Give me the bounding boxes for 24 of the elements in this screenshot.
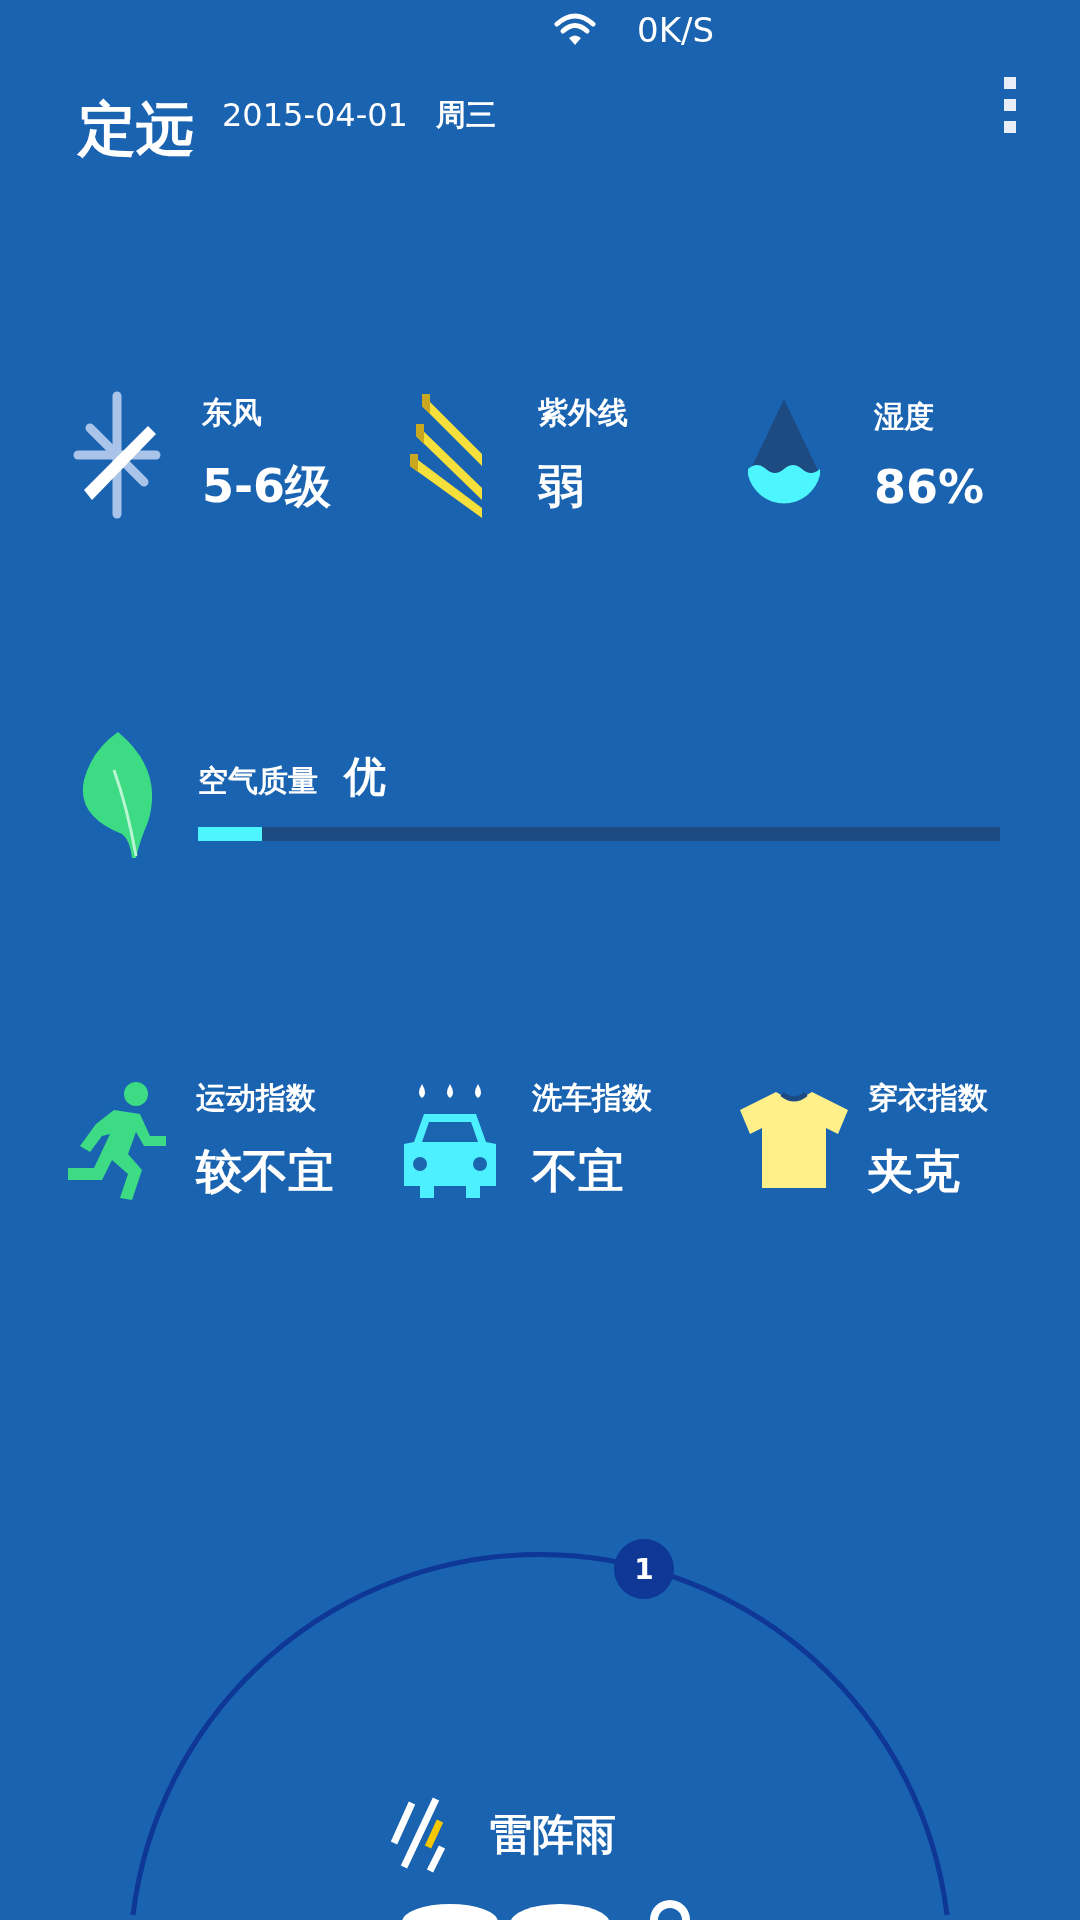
info-label: 洗车指数 [532,1078,652,1117]
date-text: 2015-04-01 [222,96,408,134]
runner-icon [66,1080,166,1200]
info-value: 弱 [538,457,585,515]
network-speed: 0K/S [637,10,714,50]
t-shirt-icon [738,1090,850,1190]
air-quality-value: 优 [344,751,386,803]
snowflake-icon [72,390,162,520]
weekday-text: 周三 [435,95,496,134]
info-label: 穿衣指数 [868,1078,988,1117]
info-value: 86% [874,459,985,514]
info-value: 夹克 [868,1142,961,1200]
day-badge: 1 [614,1539,674,1599]
weather-condition: 雷阵雨 [490,1809,616,1861]
info-value: 不宜 [532,1142,625,1200]
city-name: 定远 [78,94,194,165]
info-label: 运动指数 [196,1078,317,1117]
menu-icon[interactable] [1004,77,1018,133]
air-quality-label: 空气质量 [198,762,318,800]
info-value: 较不宜 [196,1142,334,1200]
info-label: 东风 [202,393,263,432]
info-label: 湿度 [874,397,935,436]
info-label: 紫外线 [538,393,628,432]
info-value: 5-6级 [202,457,332,515]
